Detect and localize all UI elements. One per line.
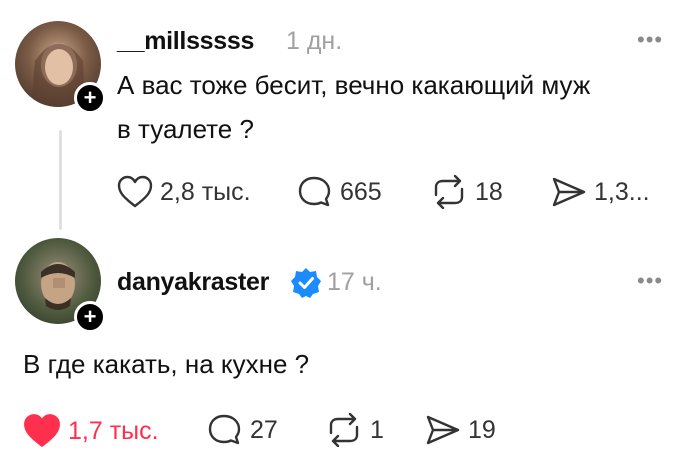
comment-count: 665: [340, 177, 382, 206]
more-icon[interactable]: •••: [637, 268, 663, 294]
reply-time: 17 ч.: [327, 268, 382, 296]
comment-button[interactable]: 27: [207, 413, 278, 447]
comment-button[interactable]: 665: [297, 175, 382, 209]
repost-count: 1: [370, 415, 384, 444]
follow-plus-icon[interactable]: +: [74, 301, 106, 333]
comment-icon: [208, 414, 241, 445]
share-icon: [552, 177, 586, 207]
post-text-line2: в туалете ?: [117, 114, 254, 144]
like-button[interactable]: 1,7 тыс.: [23, 413, 159, 449]
share-icon: [426, 415, 460, 445]
share-count: 1,3...: [594, 177, 650, 206]
repost-button[interactable]: 1: [325, 413, 384, 447]
repost-count: 18: [475, 177, 503, 206]
share-button[interactable]: 19: [425, 413, 496, 447]
post-username[interactable]: __millsssss: [117, 27, 254, 56]
thread-line: [59, 130, 62, 230]
reply-username[interactable]: danyakraster: [117, 268, 269, 297]
repost-icon: [329, 413, 359, 447]
heart-icon: [117, 175, 153, 208]
reply-text: В где какать, на кухне ?: [23, 349, 310, 379]
more-icon[interactable]: •••: [637, 27, 663, 53]
like-count: 1,7 тыс.: [68, 416, 159, 445]
follow-plus-icon[interactable]: +: [74, 82, 106, 114]
comment-icon: [298, 176, 331, 207]
share-button[interactable]: 1,3...: [551, 175, 650, 209]
verified-badge-icon: [291, 268, 321, 298]
comment-count: 27: [250, 415, 278, 444]
post-text-line1: А вас тоже бесит, вечно какающий муж: [117, 70, 591, 100]
heart-icon: [24, 414, 60, 447]
like-button[interactable]: 2,8 тыс.: [117, 175, 251, 209]
like-count: 2,8 тыс.: [160, 177, 251, 206]
repost-button[interactable]: 18: [430, 175, 503, 209]
share-count: 19: [468, 415, 496, 444]
post-time: 1 дн.: [286, 27, 343, 55]
repost-icon: [434, 175, 464, 209]
